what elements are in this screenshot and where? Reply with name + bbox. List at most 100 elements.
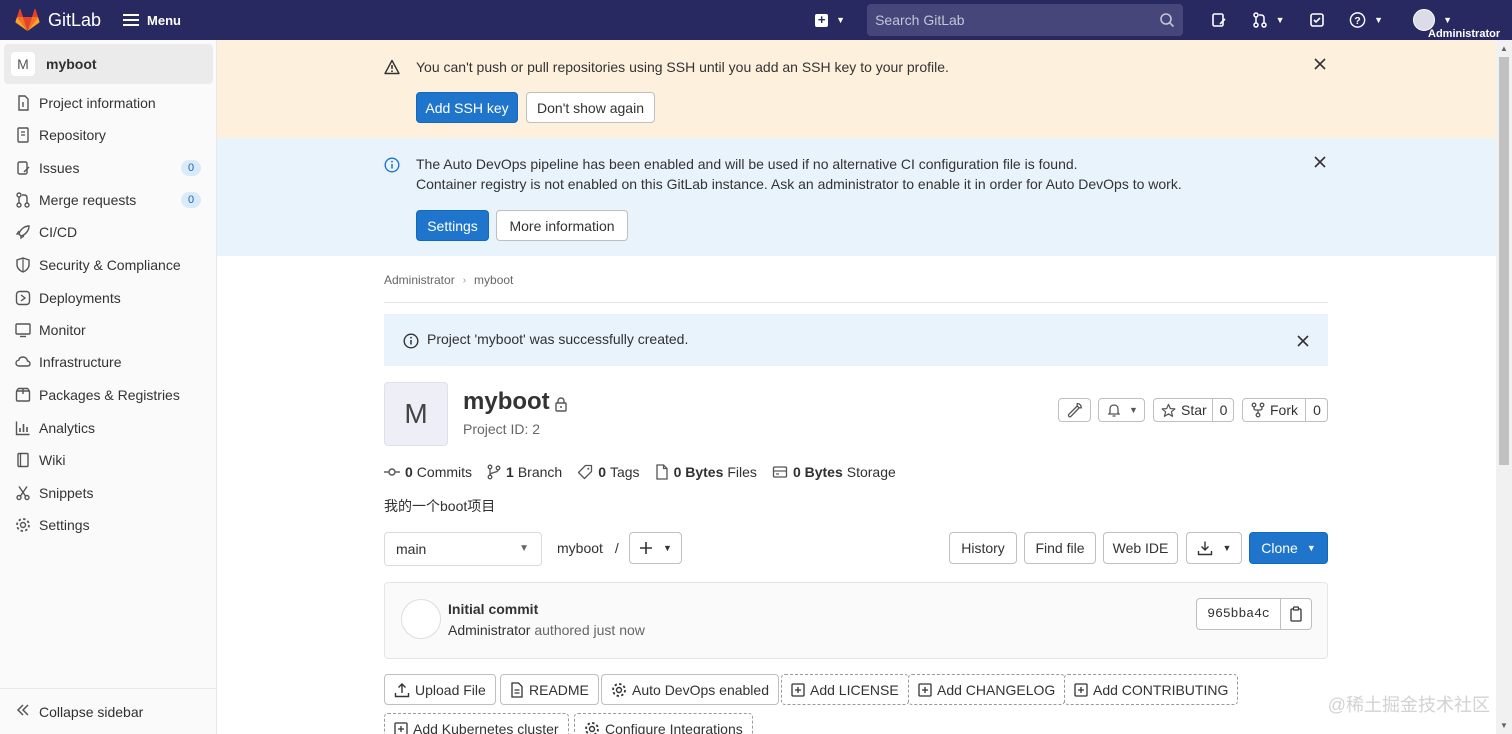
sidebar: M myboot Project information Repository … [0, 40, 217, 734]
ssh-key-alert: You can't push or pull repositories usin… [217, 40, 1496, 138]
flash-text: Project 'myboot' was successfully create… [427, 331, 689, 347]
sidebar-item-deployments[interactable]: Deployments [15, 285, 205, 311]
find-file-button[interactable]: Find file [1024, 532, 1096, 564]
sidebar-item-analytics[interactable]: Analytics [15, 415, 205, 441]
sidebar-item-issues[interactable]: Issues 0 [15, 155, 205, 181]
notification-dropdown[interactable]: ▼ [1098, 398, 1145, 422]
add-ssh-key-button[interactable]: Add SSH key [416, 92, 518, 123]
merge-request-icon [15, 192, 31, 208]
dont-show-again-button[interactable]: Don't show again [526, 92, 655, 123]
cloud-icon [15, 354, 31, 370]
add-license-label: Add LICENSE [810, 681, 899, 698]
info-circle-icon [403, 333, 419, 349]
sidebar-item-security-compliance[interactable]: Security & Compliance [15, 252, 205, 278]
sidebar-item-infrastructure[interactable]: Infrastructure [15, 349, 205, 375]
commit-sha[interactable]: 965bba4c [1196, 598, 1280, 630]
new-dropdown[interactable]: + ▼ [815, 13, 845, 27]
search-input[interactable]: Search GitLab [867, 4, 1184, 36]
sidebar-item-wiki[interactable]: Wiki [15, 447, 205, 473]
sidebar-item-monitor[interactable]: Monitor [15, 317, 205, 343]
add-kubernetes-cluster-button[interactable]: Add Kubernetes cluster [384, 713, 569, 734]
close-icon[interactable] [1297, 335, 1309, 347]
todos-nav-icon[interactable] [1309, 12, 1325, 28]
close-icon[interactable] [1314, 156, 1326, 168]
scrollbar-thumb[interactable] [1499, 57, 1509, 465]
rocket-icon [15, 224, 31, 240]
sidebar-item-label: Monitor [39, 322, 86, 338]
add-contributing-label: Add CONTRIBUTING [1093, 681, 1229, 698]
commits-label: Commits [416, 464, 473, 480]
info-icon [15, 95, 31, 111]
scroll-down-arrow-icon[interactable]: ▼ [1500, 721, 1508, 730]
close-icon[interactable] [1314, 58, 1326, 70]
add-contributing-button[interactable]: Add CONTRIBUTING [1064, 674, 1239, 705]
plus-square-icon [918, 682, 932, 697]
files-stat[interactable]: 0 Bytes Files [655, 464, 757, 480]
add-changelog-label: Add CHANGELOG [937, 681, 1056, 698]
sidebar-item-merge-requests[interactable]: Merge requests 0 [15, 187, 205, 213]
project-title: myboot [463, 388, 550, 415]
sidebar-item-packages-registries[interactable]: Packages & Registries [15, 382, 205, 408]
more-information-button[interactable]: More information [496, 210, 628, 241]
storage-stat[interactable]: 0 Bytes Storage [772, 464, 896, 480]
document-icon [15, 127, 31, 143]
storage-icon [772, 464, 788, 480]
sidebar-item-label: Repository [39, 127, 106, 143]
auto-devops-label: Auto DevOps enabled [632, 681, 769, 698]
configure-integrations-label: Configure Integrations [605, 720, 743, 734]
upload-file-button[interactable]: Upload File [384, 674, 496, 705]
breadcrumb-item-administrator[interactable]: Administrator [384, 273, 455, 287]
auto-devops-enabled-button[interactable]: Auto DevOps enabled [601, 674, 779, 705]
storage-size: 0 Bytes [792, 464, 843, 480]
web-ide-button[interactable]: Web IDE [1103, 532, 1178, 564]
sidebar-item-project-information[interactable]: Project information [15, 90, 205, 116]
scissors-icon [15, 485, 31, 501]
settings-button[interactable]: Settings [416, 210, 489, 241]
monitor-icon [15, 322, 31, 338]
commit-author-avatar[interactable] [401, 599, 441, 639]
download-dropdown[interactable]: ▼ [1186, 532, 1242, 564]
branches-stat[interactable]: 1 Branch [487, 464, 562, 480]
help-nav-icon[interactable]: ? ▼ [1349, 12, 1383, 28]
repo-path-root[interactable]: myboot [557, 540, 603, 556]
admin-wrench-button[interactable] [1058, 398, 1091, 422]
top-navbar: GitLab Menu + ▼ Search GitLab ▼ ? ▼ ▼ Ad… [0, 0, 1512, 40]
merge-requests-nav-icon[interactable]: ▼ [1251, 12, 1285, 28]
gear-icon [584, 721, 600, 734]
star-button[interactable]: Star 0 [1153, 398, 1234, 422]
breadcrumb: Administrator › myboot [384, 273, 513, 287]
commits-stat[interactable]: 0 Commits [384, 464, 472, 480]
sidebar-item-ci-cd[interactable]: CI/CD [15, 219, 205, 245]
add-changelog-button[interactable]: Add CHANGELOG [908, 674, 1066, 705]
tags-stat[interactable]: 0 Tags [577, 464, 640, 480]
star-label: Star [1181, 402, 1207, 418]
branch-selector[interactable]: main ▼ [384, 532, 542, 566]
sidebar-item-snippets[interactable]: Snippets [15, 480, 205, 506]
gitlab-logo[interactable]: GitLab [15, 8, 101, 32]
scroll-up-arrow-icon[interactable]: ▲ [1500, 44, 1508, 53]
issues-nav-icon[interactable] [1211, 12, 1227, 28]
sidebar-item-label: Analytics [39, 420, 96, 436]
clone-dropdown[interactable]: Clone ▼ [1249, 532, 1328, 564]
sidebar-item-repository[interactable]: Repository [15, 122, 205, 148]
add-license-button[interactable]: Add LICENSE [781, 674, 909, 705]
readme-button[interactable]: README [500, 674, 599, 705]
configure-integrations-button[interactable]: Configure Integrations [574, 713, 753, 734]
collapse-sidebar-button[interactable]: Collapse sidebar [0, 688, 217, 734]
last-commit-box: Initial commit Administrator authored ju… [384, 582, 1328, 659]
branch-name: main [396, 541, 427, 557]
commit-author[interactable]: Administrator [448, 622, 530, 638]
project-stats: 0 Commits 1 Branch 0 Tags 0 Bytes Files … [384, 464, 911, 480]
copy-sha-button[interactable] [1280, 598, 1312, 630]
commit-title[interactable]: Initial commit [448, 601, 538, 617]
add-to-tree-dropdown[interactable]: ▼ [629, 532, 682, 564]
brand-name: GitLab [48, 9, 102, 30]
history-button[interactable]: History [949, 532, 1017, 564]
project-avatar-small: M [11, 52, 35, 76]
breadcrumb-item-project[interactable]: myboot [474, 273, 513, 287]
sidebar-project-header[interactable]: M myboot [4, 44, 213, 84]
fork-button[interactable]: Fork 0 [1242, 398, 1328, 422]
sidebar-item-settings[interactable]: Settings [15, 512, 205, 538]
page-scrollbar[interactable]: ▲ ▼ [1496, 40, 1512, 734]
menu-button[interactable]: Menu [123, 13, 181, 28]
